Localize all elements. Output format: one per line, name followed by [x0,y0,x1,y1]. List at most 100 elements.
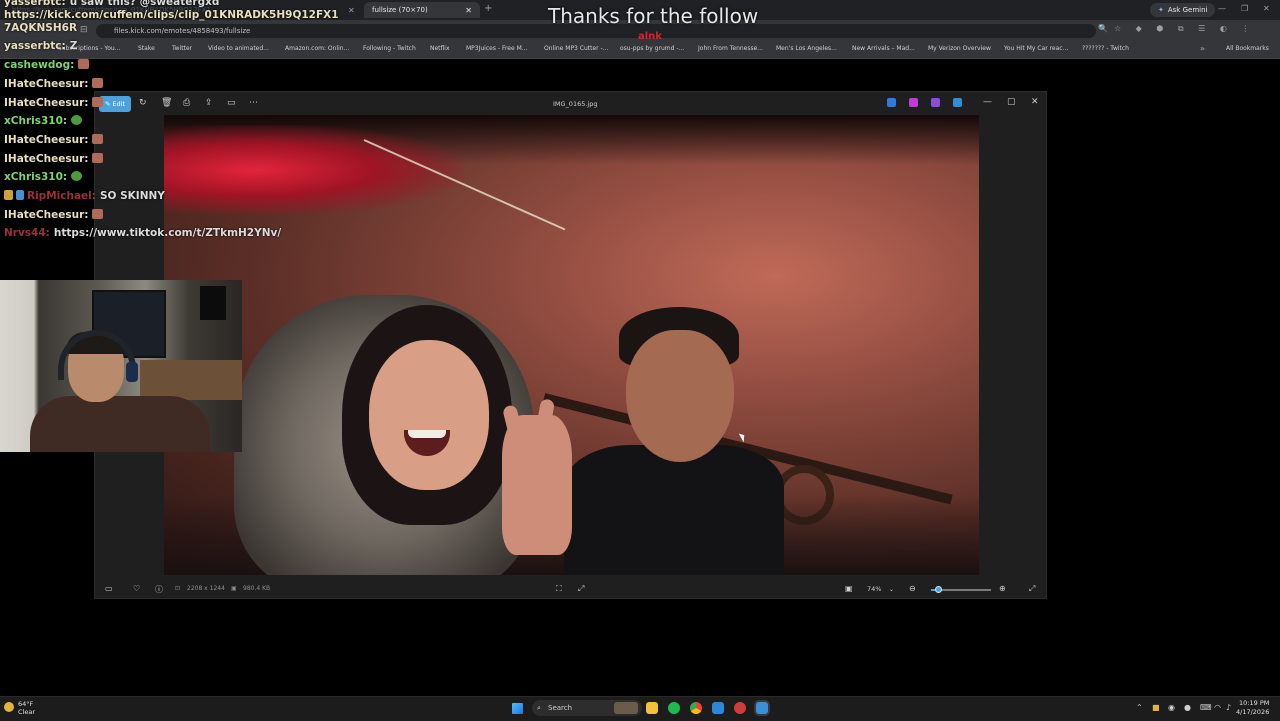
bookmark-item[interactable]: Men's Los Angeles... [776,45,837,52]
streamer-webcam [0,280,242,452]
slideshow-icon[interactable]: ▭ [227,98,236,108]
zoom-in-icon[interactable]: ⊕ [999,584,1006,593]
more-bookmarks-icon[interactable]: » [1200,44,1205,53]
chat-username[interactable]: IHateCheesur: [4,78,88,90]
zoom-slider[interactable] [931,586,991,593]
edit-button[interactable]: ✎ Edit [99,96,131,112]
photos-active-icon[interactable] [756,702,768,714]
wifi-icon[interactable]: ◠ [1214,703,1221,712]
close-window-icon[interactable]: ✕ [1031,97,1039,107]
filmstrip-icon[interactable]: ▭ [105,584,113,593]
zoom-level-select[interactable]: 74% [867,585,881,593]
bookmark-item[interactable]: You Hit My Car reac... [1004,45,1068,52]
maximize-icon[interactable]: ▢ [1007,97,1016,107]
image-man-body [564,445,784,575]
chat-username[interactable]: IHateCheesur: [4,153,88,165]
bookmark-item[interactable]: John From Tennesse... [698,45,763,52]
toolbar-extension-icons[interactable]: 🔍☆ ◆ ⬢ ⧉ ☰ ◐ ⋮ [1098,24,1255,34]
share-icon[interactable]: ⇪ [205,98,213,108]
app-icon[interactable] [734,702,746,714]
bookmark-item[interactable]: Stake [138,45,155,52]
fullscreen-icon[interactable]: ⤢ [1029,584,1035,594]
tray-app-icon[interactable]: ● [1184,703,1191,712]
mouse-cursor-icon [738,431,748,443]
file-size: 980.4 KB [243,585,271,592]
chevron-down-icon[interactable]: ⌄ [889,586,894,593]
chat-username[interactable]: yasserbtc: [4,40,66,52]
spotify-icon[interactable] [668,702,680,714]
photo-filename: IMG_0165.jpg [553,100,598,108]
browser-tab-active[interactable]: fullsize (70×70) ✕ [364,2,480,18]
chat-username[interactable]: xChris310: [4,171,67,183]
search-highlight-icon[interactable] [614,702,638,714]
chat-message: xChris310: [4,115,83,127]
chat-username[interactable]: yasserbtc: [4,0,66,8]
close-window-icon[interactable]: ✕ [1263,4,1270,13]
bookmark-item[interactable]: New Arrivals – Mad... [852,45,915,52]
chat-username[interactable]: IHateCheesur: [4,209,88,221]
clock[interactable]: 10:19 PM 4/17/2026 [1236,699,1269,717]
designer-icon[interactable] [931,98,940,107]
photo-viewer-image[interactable] [164,115,979,575]
bookmark-item[interactable]: Following - Twitch [363,45,416,52]
bookmark-item[interactable]: Online MP3 Cutter -... [544,45,608,52]
chat-text[interactable]: https://kick.com/cuffem/clips/clip_01KNR… [4,9,339,21]
sparkle-icon: ✦ [1158,6,1164,14]
keyboard-icon[interactable]: ⌨ [1200,703,1212,712]
info-icon[interactable]: ⓘ [155,584,163,595]
tray-app-icon[interactable]: ■ [1152,703,1160,712]
ask-gemini-button[interactable]: ✦ Ask Gemini [1150,3,1216,17]
more-options-icon[interactable]: ⋯ [249,98,258,108]
chat-username[interactable]: cashewdog: [4,59,74,71]
minimize-icon[interactable]: — [1218,4,1226,13]
bookmark-item[interactable]: ??????? - Twitch [1082,45,1129,52]
weather-temp: 64°F [18,700,34,708]
bookmark-item[interactable]: Video to animated... [208,45,269,52]
zoom-out-icon[interactable]: ⊖ [909,584,916,593]
fit-to-window-icon[interactable]: ⛶ [556,584,562,594]
chat-username[interactable]: IHateCheesur: [4,97,88,109]
delete-icon[interactable]: 🗑 [161,98,172,108]
bookmark-item[interactable]: Twitter [172,45,192,52]
follower-name: alnk [638,31,662,42]
volume-icon[interactable]: ♪ [1226,703,1231,712]
chrome-icon[interactable] [690,702,702,714]
chat-username[interactable]: IHateCheesur: [4,134,88,146]
bookmark-item[interactable]: osu-pps by grumd -... [620,45,684,52]
onedrive-icon[interactable] [953,98,962,107]
show-hidden-icons-icon[interactable]: ⌃ [1136,703,1143,712]
photos-status-bar: ▭ ♡ ⓘ ⊡ 2208 x 1244 ▣ 980.4 KB ⛶ ⤢ ▣ 74%… [95,576,1046,600]
photos-editor-icon[interactable] [887,98,896,107]
bookmark-item[interactable]: My Verizon Overview [928,45,991,52]
chat-username[interactable]: xChris310: [4,115,67,127]
bookmark-item[interactable]: Netflix [430,45,450,52]
chat-text: 7AQKNSH6R [4,22,78,34]
bookmark-item[interactable]: Amazon.com: Onlin... [285,45,349,52]
maximize-icon[interactable]: ❐ [1241,4,1248,13]
start-button[interactable] [512,703,523,714]
chat-text: Z [69,40,78,52]
image-woman-face [369,340,489,490]
site-info-icon[interactable]: ⊟ [80,25,88,35]
chat-text[interactable]: https://www.tiktok.com/t/ZTkmH2YNv/ [54,227,281,239]
screen-fit-icon[interactable]: ▣ [845,584,853,593]
all-bookmarks[interactable]: All Bookmarks [1226,45,1269,52]
close-tab-icon[interactable]: ✕ [340,2,360,18]
zoom-slider-thumb[interactable] [935,586,943,593]
actual-size-icon[interactable]: ⤢ [578,584,584,594]
file-explorer-icon[interactable] [646,702,658,714]
bookmark-item[interactable]: MP3Juices - Free M... [466,45,528,52]
clipchamp-icon[interactable] [909,98,918,107]
image-man-face [626,330,734,462]
tray-app-icon[interactable]: ◉ [1168,703,1175,712]
print-icon[interactable]: ⎙ [183,98,190,108]
close-tab-icon[interactable]: ✕ [465,6,472,15]
streamer-body [30,396,210,452]
favorite-icon[interactable]: ♡ [133,584,140,593]
photos-icon[interactable] [712,702,724,714]
rotate-icon[interactable]: ↻ [139,98,147,108]
new-tab-icon[interactable]: + [484,3,492,14]
minimize-icon[interactable]: — [983,97,992,107]
chat-username[interactable]: Nrvs44: [4,227,50,239]
chat-username[interactable]: RipMichael: [27,190,96,202]
